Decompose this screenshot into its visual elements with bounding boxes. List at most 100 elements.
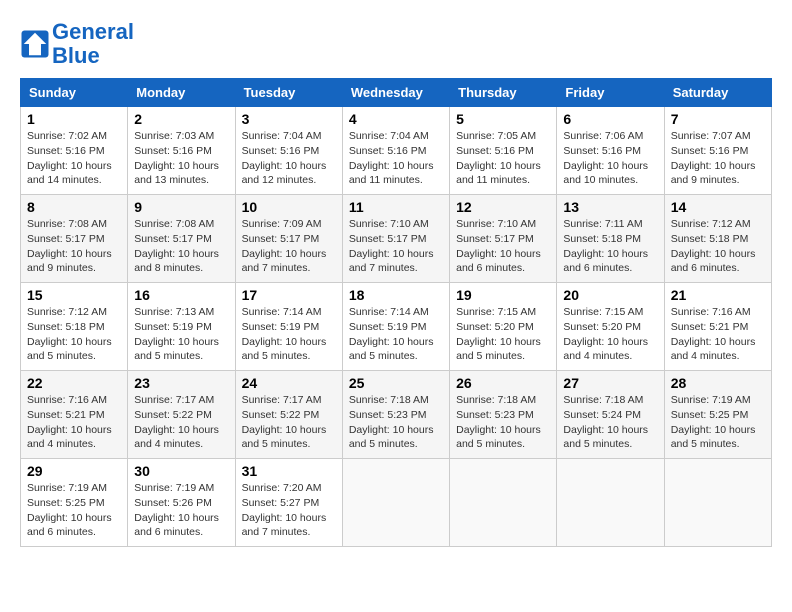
day-number: 25	[349, 375, 443, 391]
day-info: Sunrise: 7:02 AM Sunset: 5:16 PM Dayligh…	[27, 129, 121, 188]
calendar-cell: 3 Sunrise: 7:04 AM Sunset: 5:16 PM Daylig…	[235, 107, 342, 195]
day-info: Sunrise: 7:19 AM Sunset: 5:26 PM Dayligh…	[134, 481, 228, 540]
calendar-cell: 20 Sunrise: 7:15 AM Sunset: 5:20 PM Dayli…	[557, 283, 664, 371]
day-number: 18	[349, 287, 443, 303]
weekday-header-thursday: Thursday	[450, 79, 557, 107]
calendar-cell: 21 Sunrise: 7:16 AM Sunset: 5:21 PM Dayli…	[664, 283, 771, 371]
calendar-cell: 14 Sunrise: 7:12 AM Sunset: 5:18 PM Dayli…	[664, 195, 771, 283]
day-number: 16	[134, 287, 228, 303]
day-number: 3	[242, 111, 336, 127]
day-info: Sunrise: 7:18 AM Sunset: 5:23 PM Dayligh…	[349, 393, 443, 452]
day-number: 1	[27, 111, 121, 127]
logo: General Blue	[20, 20, 134, 68]
day-number: 26	[456, 375, 550, 391]
calendar-cell	[557, 459, 664, 547]
day-number: 19	[456, 287, 550, 303]
day-info: Sunrise: 7:06 AM Sunset: 5:16 PM Dayligh…	[563, 129, 657, 188]
day-info: Sunrise: 7:15 AM Sunset: 5:20 PM Dayligh…	[563, 305, 657, 364]
calendar-cell: 1 Sunrise: 7:02 AM Sunset: 5:16 PM Daylig…	[21, 107, 128, 195]
weekday-header-monday: Monday	[128, 79, 235, 107]
page-header: General Blue	[20, 20, 772, 68]
day-info: Sunrise: 7:03 AM Sunset: 5:16 PM Dayligh…	[134, 129, 228, 188]
calendar-cell: 13Sunrise: 7:11 AM Sunset: 5:18 PM Dayli…	[557, 195, 664, 283]
day-number: 31	[242, 463, 336, 479]
day-number: 28	[671, 375, 765, 391]
day-info: Sunrise: 7:04 AM Sunset: 5:16 PM Dayligh…	[242, 129, 336, 188]
calendar-cell: 23Sunrise: 7:17 AM Sunset: 5:22 PM Dayli…	[128, 371, 235, 459]
day-info: Sunrise: 7:07 AM Sunset: 5:16 PM Dayligh…	[671, 129, 765, 188]
calendar-cell: 8 Sunrise: 7:08 AM Sunset: 5:17 PM Daylig…	[21, 195, 128, 283]
calendar-cell: 16 Sunrise: 7:13 AM Sunset: 5:19 PM Dayli…	[128, 283, 235, 371]
day-info: Sunrise: 7:15 AM Sunset: 5:20 PM Dayligh…	[456, 305, 550, 364]
calendar-cell: 31 Sunrise: 7:20 AM Sunset: 5:27 PM Dayli…	[235, 459, 342, 547]
day-info: Sunrise: 7:09 AM Sunset: 5:17 PM Dayligh…	[242, 217, 336, 276]
weekday-header-friday: Friday	[557, 79, 664, 107]
calendar-week-row: 22 Sunrise: 7:16 AM Sunset: 5:21 PM Dayli…	[21, 371, 772, 459]
calendar-cell: 24 Sunrise: 7:17 AM Sunset: 5:22 PM Dayli…	[235, 371, 342, 459]
calendar-cell	[342, 459, 449, 547]
day-info: Sunrise: 7:18 AM Sunset: 5:24 PM Dayligh…	[563, 393, 657, 452]
calendar-header-row: SundayMondayTuesdayWednesdayThursdayFrid…	[21, 79, 772, 107]
day-number: 5	[456, 111, 550, 127]
calendar-week-row: 29Sunrise: 7:19 AM Sunset: 5:25 PM Dayli…	[21, 459, 772, 547]
calendar-cell: 2 Sunrise: 7:03 AM Sunset: 5:16 PM Daylig…	[128, 107, 235, 195]
day-number: 6	[563, 111, 657, 127]
day-info: Sunrise: 7:16 AM Sunset: 5:21 PM Dayligh…	[27, 393, 121, 452]
day-info: Sunrise: 7:17 AM Sunset: 5:22 PM Dayligh…	[242, 393, 336, 452]
day-number: 12	[456, 199, 550, 215]
calendar-cell: 5 Sunrise: 7:05 AM Sunset: 5:16 PM Daylig…	[450, 107, 557, 195]
day-info: Sunrise: 7:20 AM Sunset: 5:27 PM Dayligh…	[242, 481, 336, 540]
weekday-header-sunday: Sunday	[21, 79, 128, 107]
calendar-cell: 19 Sunrise: 7:15 AM Sunset: 5:20 PM Dayli…	[450, 283, 557, 371]
calendar-cell: 25 Sunrise: 7:18 AM Sunset: 5:23 PM Dayli…	[342, 371, 449, 459]
calendar-cell: 29Sunrise: 7:19 AM Sunset: 5:25 PM Dayli…	[21, 459, 128, 547]
day-info: Sunrise: 7:12 AM Sunset: 5:18 PM Dayligh…	[671, 217, 765, 276]
day-info: Sunrise: 7:04 AM Sunset: 5:16 PM Dayligh…	[349, 129, 443, 188]
calendar-cell: 17Sunrise: 7:14 AM Sunset: 5:19 PM Dayli…	[235, 283, 342, 371]
calendar-cell: 7Sunrise: 7:07 AM Sunset: 5:16 PM Daylig…	[664, 107, 771, 195]
day-number: 22	[27, 375, 121, 391]
weekday-header-saturday: Saturday	[664, 79, 771, 107]
calendar-cell: 9 Sunrise: 7:08 AM Sunset: 5:17 PM Daylig…	[128, 195, 235, 283]
day-number: 20	[563, 287, 657, 303]
calendar-cell: 6 Sunrise: 7:06 AM Sunset: 5:16 PM Daylig…	[557, 107, 664, 195]
day-number: 15	[27, 287, 121, 303]
calendar-cell: 26 Sunrise: 7:18 AM Sunset: 5:23 PM Dayli…	[450, 371, 557, 459]
day-info: Sunrise: 7:18 AM Sunset: 5:23 PM Dayligh…	[456, 393, 550, 452]
weekday-header-tuesday: Tuesday	[235, 79, 342, 107]
day-number: 8	[27, 199, 121, 215]
calendar-week-row: 15Sunrise: 7:12 AM Sunset: 5:18 PM Dayli…	[21, 283, 772, 371]
day-number: 21	[671, 287, 765, 303]
day-number: 30	[134, 463, 228, 479]
day-info: Sunrise: 7:05 AM Sunset: 5:16 PM Dayligh…	[456, 129, 550, 188]
calendar-week-row: 8 Sunrise: 7:08 AM Sunset: 5:17 PM Daylig…	[21, 195, 772, 283]
calendar-cell: 22 Sunrise: 7:16 AM Sunset: 5:21 PM Dayli…	[21, 371, 128, 459]
calendar-cell: 11Sunrise: 7:10 AM Sunset: 5:17 PM Dayli…	[342, 195, 449, 283]
day-info: Sunrise: 7:10 AM Sunset: 5:17 PM Dayligh…	[456, 217, 550, 276]
day-info: Sunrise: 7:16 AM Sunset: 5:21 PM Dayligh…	[671, 305, 765, 364]
day-number: 14	[671, 199, 765, 215]
day-number: 10	[242, 199, 336, 215]
calendar-cell: 30 Sunrise: 7:19 AM Sunset: 5:26 PM Dayli…	[128, 459, 235, 547]
day-info: Sunrise: 7:14 AM Sunset: 5:19 PM Dayligh…	[349, 305, 443, 364]
day-number: 27	[563, 375, 657, 391]
day-info: Sunrise: 7:14 AM Sunset: 5:19 PM Dayligh…	[242, 305, 336, 364]
calendar-week-row: 1 Sunrise: 7:02 AM Sunset: 5:16 PM Daylig…	[21, 107, 772, 195]
day-info: Sunrise: 7:08 AM Sunset: 5:17 PM Dayligh…	[134, 217, 228, 276]
calendar-cell	[450, 459, 557, 547]
day-info: Sunrise: 7:13 AM Sunset: 5:19 PM Dayligh…	[134, 305, 228, 364]
calendar-cell: 27 Sunrise: 7:18 AM Sunset: 5:24 PM Dayli…	[557, 371, 664, 459]
day-info: Sunrise: 7:19 AM Sunset: 5:25 PM Dayligh…	[671, 393, 765, 452]
calendar-cell	[664, 459, 771, 547]
day-info: Sunrise: 7:08 AM Sunset: 5:17 PM Dayligh…	[27, 217, 121, 276]
day-number: 11	[349, 199, 443, 215]
logo-icon	[20, 29, 50, 59]
calendar-cell: 18 Sunrise: 7:14 AM Sunset: 5:19 PM Dayli…	[342, 283, 449, 371]
weekday-header-wednesday: Wednesday	[342, 79, 449, 107]
logo-text: General Blue	[52, 20, 134, 68]
calendar-cell: 15Sunrise: 7:12 AM Sunset: 5:18 PM Dayli…	[21, 283, 128, 371]
day-number: 24	[242, 375, 336, 391]
day-number: 13	[563, 199, 657, 215]
day-number: 2	[134, 111, 228, 127]
day-number: 9	[134, 199, 228, 215]
